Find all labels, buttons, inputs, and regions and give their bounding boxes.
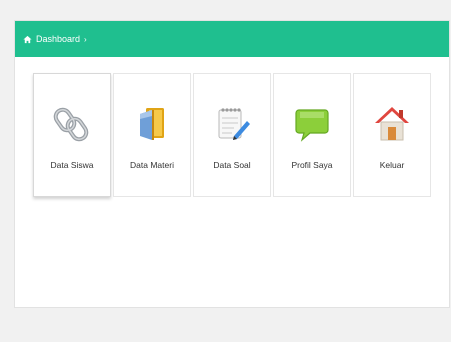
breadcrumb-dashboard-link[interactable]: Dashboard ›	[23, 34, 87, 44]
tile-data-soal[interactable]: Data Soal	[193, 73, 271, 197]
menu-tiles: Data Siswa Data Materi Data Soal Profil …	[33, 73, 433, 197]
book-folder-icon	[132, 104, 172, 144]
speech-bubble-icon	[292, 104, 332, 144]
home-icon	[23, 35, 32, 44]
tile-label: Data Siswa	[50, 160, 94, 170]
tile-profil-saya[interactable]: Profil Saya	[273, 73, 351, 197]
tile-label: Keluar	[379, 160, 405, 170]
dashboard-panel: Dashboard › Data Siswa Data Materi Data …	[14, 20, 450, 308]
chevron-right-icon: ›	[84, 34, 87, 44]
breadcrumb-label: Dashboard	[36, 34, 81, 44]
tile-label: Data Soal	[213, 160, 251, 170]
breadcrumb: Dashboard ›	[15, 21, 449, 57]
tile-data-siswa[interactable]: Data Siswa	[33, 73, 111, 197]
notepad-pencil-icon	[212, 104, 252, 144]
tile-label: Profil Saya	[291, 160, 333, 170]
tile-keluar[interactable]: Keluar	[353, 73, 431, 197]
tile-data-materi[interactable]: Data Materi	[113, 73, 191, 197]
tile-label: Data Materi	[130, 160, 174, 170]
link-chain-icon	[52, 104, 92, 144]
home-exit-icon	[372, 104, 412, 144]
